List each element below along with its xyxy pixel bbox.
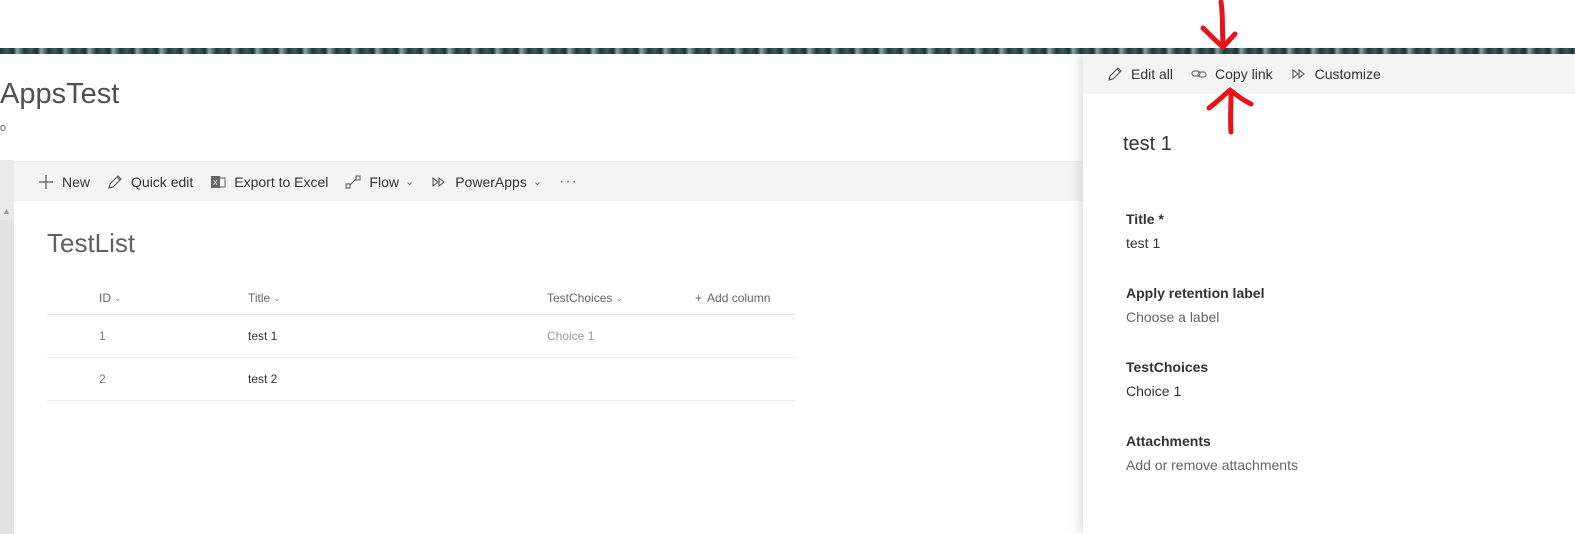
pencil-icon bbox=[1107, 66, 1123, 82]
field-label: Title * bbox=[1126, 211, 1164, 227]
export-label: Export to Excel bbox=[234, 173, 329, 190]
list-title: TestList bbox=[47, 228, 136, 258]
field-value[interactable]: Choice 1 bbox=[1126, 383, 1208, 399]
site-subtitle: o bbox=[0, 122, 7, 134]
item-details-panel: Edit all Copy link Customize test 1 Titl… bbox=[1083, 54, 1575, 534]
edit-all-label: Edit all bbox=[1131, 66, 1174, 82]
column-header-id[interactable]: ID ⌄ bbox=[99, 291, 122, 305]
column-header-title[interactable]: Title ⌄ bbox=[248, 291, 281, 305]
new-button[interactable]: New bbox=[38, 174, 90, 190]
plus-icon: + bbox=[695, 291, 703, 305]
chevron-down-icon: ⌄ bbox=[273, 292, 281, 303]
copy-link-button[interactable]: Copy link bbox=[1191, 66, 1273, 82]
pencil-icon bbox=[107, 174, 123, 190]
field-testchoices: TestChoices Choice 1 bbox=[1126, 359, 1208, 399]
excel-icon: X bbox=[210, 174, 226, 190]
field-title: Title * test 1 bbox=[1126, 211, 1164, 251]
cell-title[interactable]: test 1 bbox=[248, 329, 277, 343]
nav-scrollbar[interactable] bbox=[0, 220, 14, 534]
customize-button[interactable]: Customize bbox=[1291, 66, 1381, 82]
customize-label: Customize bbox=[1314, 66, 1381, 82]
svg-text:X: X bbox=[213, 180, 218, 187]
chevron-down-icon: ⌄ bbox=[404, 176, 415, 188]
field-label: TestChoices bbox=[1126, 359, 1209, 375]
field-value[interactable]: Choose a label bbox=[1126, 309, 1264, 325]
cell-choice: Choice 1 bbox=[547, 329, 595, 343]
column-header-label: Title bbox=[248, 291, 271, 305]
cell-id: 2 bbox=[99, 372, 106, 386]
quick-edit-button[interactable]: Quick edit bbox=[107, 174, 193, 190]
field-label: Apply retention label bbox=[1126, 285, 1265, 301]
link-icon bbox=[1191, 66, 1207, 82]
export-excel-button[interactable]: X Export to Excel bbox=[210, 174, 328, 190]
more-button[interactable]: ··· bbox=[559, 173, 578, 191]
add-column-button[interactable]: + Add column bbox=[695, 291, 770, 305]
cell-title[interactable]: test 2 bbox=[248, 372, 277, 386]
edit-all-button[interactable]: Edit all bbox=[1107, 66, 1173, 82]
site-title[interactable]: AppsTest bbox=[0, 78, 119, 111]
powerapps-label: PowerApps bbox=[455, 173, 527, 190]
powerapps-icon bbox=[431, 174, 447, 190]
powerapps-icon bbox=[1291, 66, 1307, 82]
more-icon: ··· bbox=[559, 172, 578, 190]
copy-link-label: Copy link bbox=[1215, 66, 1273, 82]
field-retention-label: Apply retention label Choose a label bbox=[1126, 285, 1264, 325]
field-value[interactable]: Add or remove attachments bbox=[1126, 457, 1298, 473]
field-attachments: Attachments Add or remove attachments bbox=[1126, 433, 1298, 473]
powerapps-menu[interactable]: PowerApps ⌄ bbox=[431, 174, 542, 190]
new-label: New bbox=[62, 173, 91, 190]
cell-id: 1 bbox=[99, 329, 106, 343]
quick-edit-label: Quick edit bbox=[131, 173, 194, 190]
table-header: ID ⌄ Title ⌄ TestChoices ⌄ + Add column bbox=[47, 282, 795, 315]
field-label: Attachments bbox=[1126, 433, 1211, 449]
table-row[interactable]: 1 test 1 Choice 1 bbox=[47, 315, 795, 358]
item-title: test 1 bbox=[1123, 133, 1172, 155]
column-header-testchoices[interactable]: TestChoices ⌄ bbox=[547, 291, 623, 305]
left-nav-rail[interactable]: ▲ bbox=[0, 160, 14, 534]
table-row[interactable]: 2 test 2 bbox=[47, 358, 795, 401]
scroll-up-icon[interactable]: ▲ bbox=[2, 206, 11, 216]
add-column-label: Add column bbox=[707, 291, 771, 305]
field-value[interactable]: test 1 bbox=[1126, 235, 1164, 251]
column-header-label: ID bbox=[99, 291, 111, 305]
chevron-down-icon: ⌄ bbox=[615, 292, 623, 303]
list-table: ID ⌄ Title ⌄ TestChoices ⌄ + Add column … bbox=[47, 282, 795, 401]
plus-icon bbox=[38, 174, 54, 190]
panel-toolbar: Edit all Copy link Customize bbox=[1083, 54, 1575, 94]
command-bar: New Quick edit X Export to Excel Flow ⌄ … bbox=[14, 161, 1083, 201]
chevron-down-icon: ⌄ bbox=[114, 292, 122, 303]
flow-label: Flow bbox=[369, 173, 399, 190]
chevron-down-icon: ⌄ bbox=[532, 176, 543, 188]
flow-icon bbox=[345, 174, 361, 190]
flow-menu[interactable]: Flow ⌄ bbox=[345, 174, 414, 190]
column-header-label: TestChoices bbox=[547, 291, 613, 305]
